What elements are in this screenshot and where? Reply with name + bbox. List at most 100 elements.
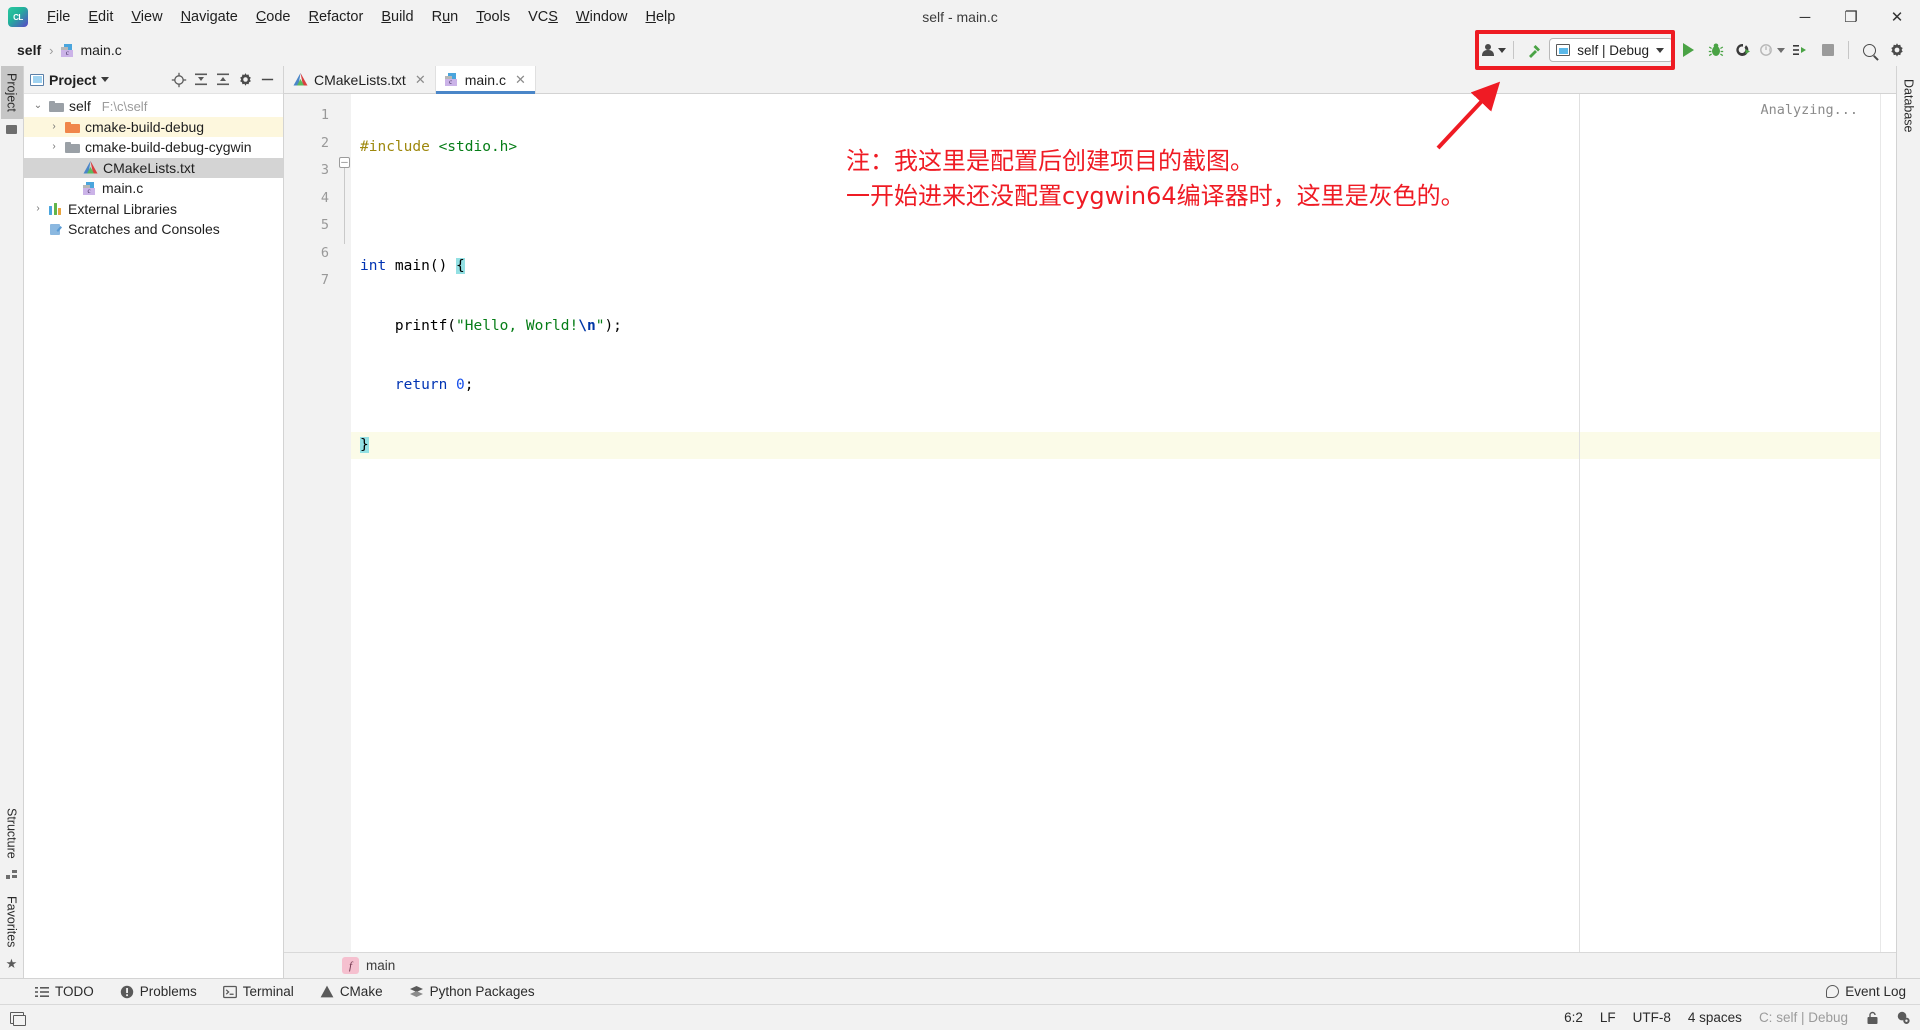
breadcrumb-item-project[interactable]: self [14, 40, 44, 60]
run-button[interactable] [1675, 37, 1701, 63]
menu-item-vcs[interactable]: VCS [519, 5, 567, 29]
play-icon [1682, 43, 1694, 57]
project-pane-title: Project [49, 71, 97, 88]
fold-end-icon[interactable] [339, 244, 350, 255]
menu-item-edit[interactable]: Edit [79, 5, 122, 29]
search-everywhere-button[interactable] [1856, 37, 1882, 63]
tab-cmakelists[interactable]: CMakeLists.txt ✕ [284, 66, 436, 93]
tree-node-cmake-build-debug[interactable]: › cmake-build-debug [24, 116, 283, 137]
tree-node-cmake-build-debug-cygwin[interactable]: › cmake-build-debug-cygwin [24, 137, 283, 158]
select-opened-file-button[interactable] [169, 70, 189, 90]
build-button[interactable] [1521, 37, 1547, 63]
target-icon [171, 72, 187, 87]
menu-item-code[interactable]: Code [247, 5, 300, 29]
menu-item-help[interactable]: Help [636, 5, 684, 29]
tree-node-cmakelists[interactable]: CMakeLists.txt [24, 157, 283, 178]
tool-window-python-packages[interactable]: Python Packages [406, 982, 538, 1001]
menu-item-tools[interactable]: Tools [467, 5, 519, 29]
code-line-6: } [351, 431, 1880, 459]
project-window-icon [30, 73, 44, 86]
sidebar-item-favorites[interactable]: Favorites [1, 889, 23, 954]
sidebar-item-database[interactable]: Database [1898, 72, 1920, 140]
menu-item-refactor[interactable]: Refactor [300, 5, 373, 29]
run-with-coverage-button[interactable] [1731, 37, 1757, 63]
menu-item-build[interactable]: Build [372, 5, 422, 29]
line-number: 1 [320, 107, 329, 123]
menu-item-run[interactable]: Run [423, 5, 468, 29]
hide-panel-button[interactable] [257, 70, 277, 90]
toggle-tool-windows-icon[interactable] [10, 1011, 26, 1026]
caret-position[interactable]: 6:2 [1564, 1010, 1583, 1025]
menu-item-view[interactable]: View [122, 5, 171, 29]
stop-button[interactable] [1815, 37, 1841, 63]
editor-split-line [1579, 94, 1580, 952]
menu-item-file[interactable]: File [38, 5, 79, 29]
line-number-gutter[interactable]: 1 2 3 4 5 6 7 [284, 94, 338, 952]
logo-text: CL [13, 12, 23, 22]
menu-bar: File Edit View Navigate Code Refactor Bu… [38, 0, 684, 34]
collapse-all-button[interactable] [213, 70, 233, 90]
bottom-bar-right: Event Log [1826, 984, 1920, 999]
project-settings-button[interactable] [235, 70, 255, 90]
maximize-button[interactable]: ❐ [1828, 0, 1874, 34]
tool-window-cmake[interactable]: CMake [317, 982, 386, 1001]
chevron-down-icon[interactable] [101, 77, 110, 82]
tool-window-todo[interactable]: TODO [32, 982, 97, 1001]
cmake-icon [83, 161, 98, 174]
run-configuration-selector[interactable]: self | Debug [1549, 38, 1673, 62]
tree-node-scratches[interactable]: Scratches and Consoles [24, 219, 283, 240]
tool-window-terminal[interactable]: Terminal [220, 982, 297, 1001]
search-icon [1862, 43, 1876, 57]
debug-button[interactable] [1703, 37, 1729, 63]
breadcrumb-file-label: main.c [80, 42, 122, 58]
file-encoding[interactable]: UTF-8 [1633, 1010, 1671, 1025]
attach-to-process-button[interactable] [1787, 37, 1813, 63]
close-button[interactable]: ✕ [1874, 0, 1920, 34]
inspection-marker-gutter[interactable] [1880, 94, 1896, 952]
tree-label-cmake-build-debug-cygwin: cmake-build-debug-cygwin [85, 139, 252, 156]
menu-item-window[interactable]: Window [567, 5, 637, 29]
line-separator[interactable]: LF [1600, 1010, 1616, 1025]
tree-label-self: self [69, 98, 91, 115]
event-log-label[interactable]: Event Log [1845, 984, 1906, 999]
tab-main-c[interactable]: c main.c ✕ [435, 66, 536, 94]
gear-icon [239, 73, 251, 86]
chevron-down-icon[interactable]: ⌄ [32, 101, 44, 111]
library-icon [49, 202, 63, 215]
right-tool-stripe: Database [1896, 66, 1920, 978]
todo-icon [35, 986, 49, 997]
fold-collapse-icon[interactable]: ─ [339, 157, 350, 168]
tree-node-self[interactable]: ⌄ self F:\c\self [24, 96, 283, 117]
tree-node-external-libraries[interactable]: › External Libraries [24, 199, 283, 220]
chevron-right-icon[interactable]: › [48, 142, 60, 152]
inspection-icon[interactable] [1896, 1011, 1910, 1025]
tab-label-cmakelists: CMakeLists.txt [314, 71, 406, 88]
profile-button[interactable] [1759, 37, 1785, 63]
chevron-right-icon[interactable]: › [32, 203, 44, 214]
expand-all-button[interactable] [191, 70, 211, 90]
cmake-icon [320, 985, 334, 998]
indent-setting[interactable]: 4 spaces [1688, 1010, 1742, 1025]
settings-button[interactable] [1884, 37, 1910, 63]
chevron-right-icon[interactable]: › [48, 121, 60, 132]
sidebar-item-structure[interactable]: Structure [1, 801, 23, 866]
project-folder-icon [6, 124, 17, 134]
lock-icon[interactable] [1865, 1011, 1879, 1025]
tree-node-main-c[interactable]: c main.c [24, 178, 283, 199]
user-account-button[interactable] [1480, 37, 1506, 63]
code-folding-gutter[interactable]: ─ [338, 94, 351, 952]
minimize-button[interactable]: ─ [1782, 0, 1828, 34]
folder-icon [65, 141, 80, 154]
menu-item-navigate[interactable]: Navigate [172, 5, 247, 29]
packages-icon [409, 985, 423, 997]
tab-close-icon[interactable]: ✕ [515, 72, 526, 88]
code-editor[interactable]: #include <stdio.h> int main() { printf("… [351, 94, 1880, 952]
sidebar-item-project[interactable]: Project [0, 66, 23, 119]
toolbar-divider [1513, 41, 1515, 59]
breadcrumb-item-file[interactable]: c main.c [58, 40, 124, 60]
toolchain-status[interactable]: C: self | Debug [1759, 1010, 1848, 1025]
code-line-5: return 0; [394, 377, 474, 393]
tab-close-icon[interactable]: ✕ [415, 72, 426, 88]
breadcrumb-function-label[interactable]: main [366, 958, 395, 973]
tool-window-problems[interactable]: Problems [117, 982, 200, 1001]
